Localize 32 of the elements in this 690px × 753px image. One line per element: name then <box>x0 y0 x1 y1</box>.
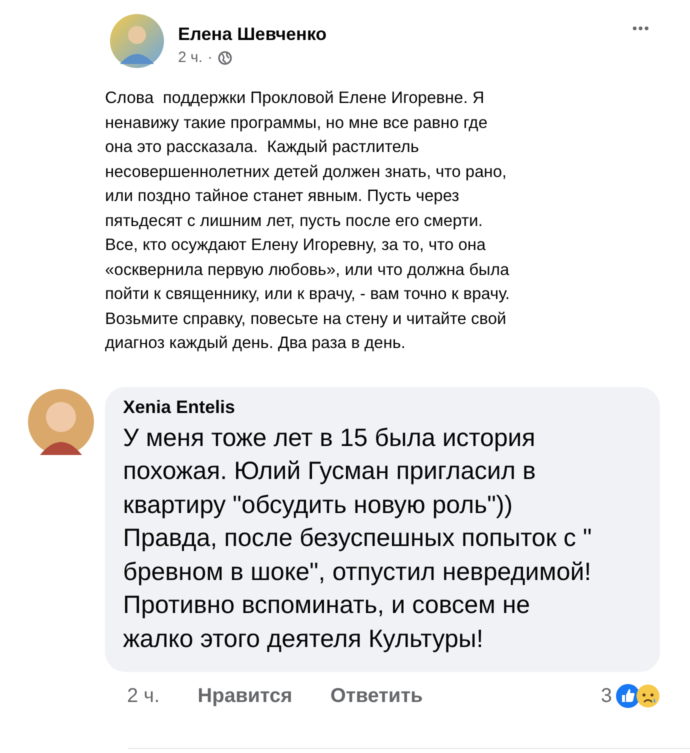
post-text-line: Возьмите справку, повесьте на стену и читайте свой <box>105 308 508 330</box>
comment-time: 2 ч. <box>127 684 160 708</box>
comment-text-line: Противно вспоминать, и совсем не <box>123 590 532 621</box>
comment-text-line: бревном в шоке", отпустил невредимой! <box>123 556 592 588</box>
separator: · <box>208 49 212 66</box>
post-time[interactable]: 2 ч. <box>178 49 202 66</box>
sad-face-icon <box>636 684 660 708</box>
more-menu[interactable]: ••• <box>632 14 650 36</box>
post-text-line: она это рассказала. Каждый растлитель <box>105 137 420 158</box>
comment-text-line: У меня тоже лет в 15 была история <box>123 422 536 454</box>
comment-text-line: жалко этого деятеля Культуры! <box>123 624 484 654</box>
comment-text-line: Правда, после безуспешных попыток с " <box>123 523 593 554</box>
post-text-line: Слова поддержки Прокловой Елене Игоревне. Я <box>105 88 486 109</box>
post-text-line: ненавижу такие программы, но мне все равно где <box>105 112 488 134</box>
post-text-line: или поздно тайное станет явным. Пусть через <box>105 186 460 207</box>
post-text-line: пойти к священнику, или к врачу, - вам точно к врачу. <box>105 284 511 305</box>
reaction-count[interactable]: 3 <box>600 684 612 708</box>
comment-text-line: квартиру "обсудить новую роль")) <box>123 490 514 520</box>
post-text-line: пятьдесят с лишним лет, пусть после его смерти. <box>105 210 484 232</box>
commenter-name[interactable]: Xenia Entelis <box>123 396 648 418</box>
comment-action-link[interactable]: Ответить <box>330 684 423 708</box>
comment-action-link[interactable]: Нравится <box>198 684 292 708</box>
post-text-line: Все, кто осуждают Елену Игоревну, за то, что она <box>105 235 487 256</box>
globe-icon <box>218 50 232 64</box>
avatar[interactable] <box>110 14 164 68</box>
post-text-line: диагноз каждый день. Два раза в день. <box>105 333 407 354</box>
post-text-line: несовершеннолетних детей должен знать, что рано, <box>105 162 508 182</box>
comment-text-line: похожая. Юлий Гусман пригласил в <box>123 456 537 487</box>
thumbs-up-icon <box>616 684 640 708</box>
author-name[interactable]: Елена Шевченко <box>178 24 618 45</box>
avatar[interactable] <box>28 388 94 454</box>
post-text-line: «осквернила первую любовь», или что должна была <box>105 260 510 280</box>
